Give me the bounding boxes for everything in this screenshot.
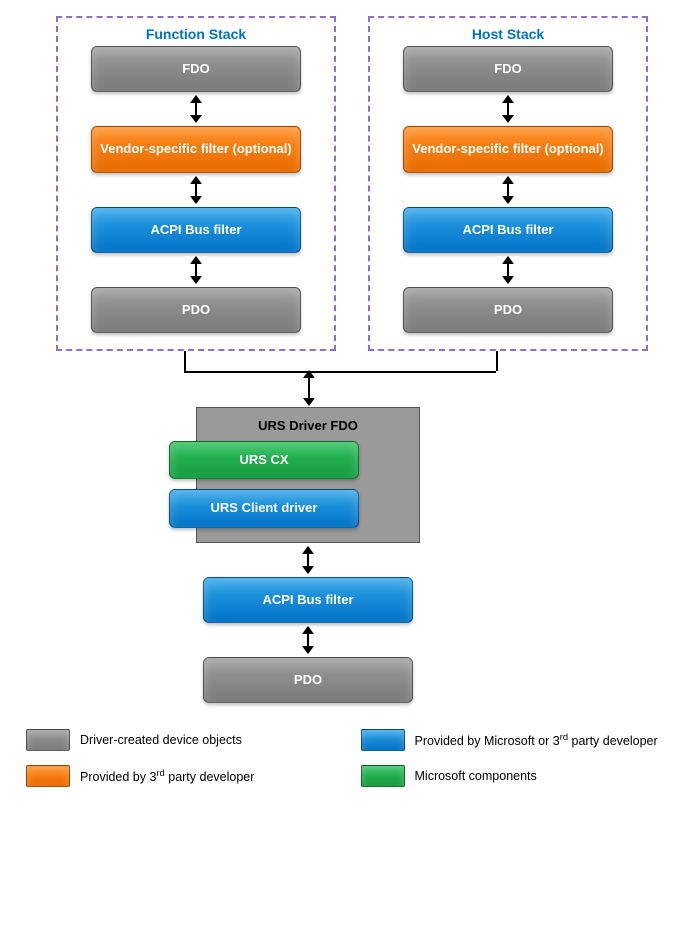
legend-swatch-orange	[26, 765, 70, 787]
legend-item-green: Microsoft components	[361, 765, 666, 787]
join-connector	[56, 351, 648, 407]
connector-line	[184, 371, 496, 373]
function-stack: Function Stack FDO Vendor-specific filte…	[56, 16, 336, 351]
legend-item-blue: Provided by Microsoft or 3rd party devel…	[361, 729, 666, 751]
legend-label: Driver-created device objects	[80, 733, 242, 747]
legend-label: Provided by 3rd party developer	[80, 768, 254, 784]
lower-pdo-node: PDO	[203, 657, 413, 703]
legend-swatch-green	[361, 765, 405, 787]
legend-label: Microsoft components	[415, 769, 537, 783]
double-arrow-icon	[195, 177, 197, 203]
function-fdo-node: FDO	[91, 46, 301, 92]
double-arrow-icon	[507, 257, 509, 283]
urs-cx-node: URS CX	[169, 441, 359, 479]
host-vendor-filter-node: Vendor-specific filter (optional)	[403, 126, 613, 172]
function-pdo-node: PDO	[91, 287, 301, 333]
urs-driver-fdo-box: URS Driver FDO URS CX URS Client driver	[196, 407, 420, 543]
lower-acpi-node: ACPI Bus filter	[203, 577, 413, 623]
host-stack: Host Stack FDO Vendor-specific filter (o…	[368, 16, 648, 351]
legend-label: Provided by Microsoft or 3rd party devel…	[415, 732, 658, 748]
stacks-row: Function Stack FDO Vendor-specific filte…	[56, 16, 675, 351]
legend-swatch-gray	[26, 729, 70, 751]
connector-line	[184, 351, 186, 371]
host-stack-title: Host Stack	[382, 26, 634, 42]
double-arrow-icon	[507, 177, 509, 203]
function-acpi-node: ACPI Bus filter	[91, 207, 301, 253]
urs-client-driver-node: URS Client driver	[169, 489, 359, 527]
double-arrow-icon	[308, 371, 310, 405]
function-stack-title: Function Stack	[70, 26, 322, 42]
spacer	[209, 479, 407, 489]
double-arrow-icon	[195, 257, 197, 283]
legend-swatch-blue	[361, 729, 405, 751]
center-column: URS Driver FDO URS CX URS Client driver …	[56, 407, 648, 703]
connector-line	[496, 351, 498, 371]
double-arrow-icon	[307, 627, 309, 653]
double-arrow-icon	[195, 96, 197, 122]
function-vendor-filter-node: Vendor-specific filter (optional)	[91, 126, 301, 172]
double-arrow-icon	[307, 547, 309, 573]
host-fdo-node: FDO	[403, 46, 613, 92]
legend-item-gray: Driver-created device objects	[26, 729, 331, 751]
host-pdo-node: PDO	[403, 287, 613, 333]
legend-item-orange: Provided by 3rd party developer	[26, 765, 331, 787]
urs-box-title: URS Driver FDO	[209, 418, 407, 433]
double-arrow-icon	[507, 96, 509, 122]
legend: Driver-created device objects Provided b…	[16, 729, 675, 787]
host-acpi-node: ACPI Bus filter	[403, 207, 613, 253]
